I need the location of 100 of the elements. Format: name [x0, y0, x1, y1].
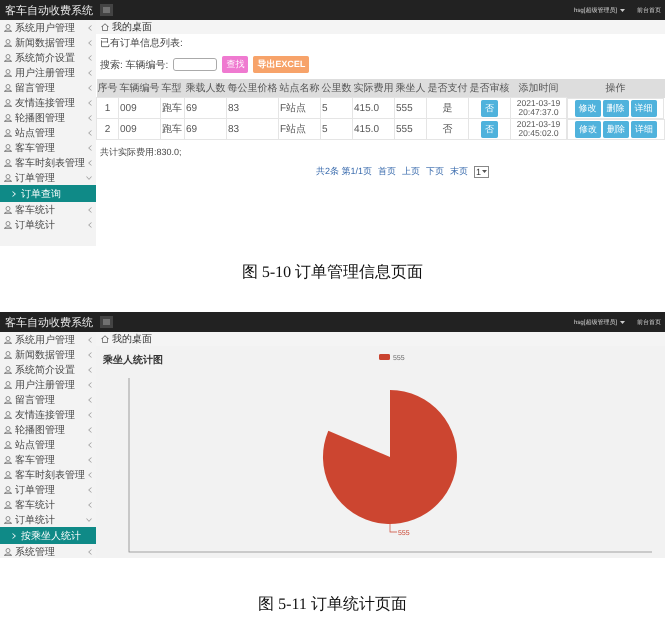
- sidebar-item[interactable]: 客车时刻表管理: [0, 155, 96, 170]
- chevron-down-icon: [86, 518, 92, 522]
- sidebar-item[interactable]: 站点管理: [0, 437, 96, 452]
- table-cell: 83: [226, 118, 278, 140]
- sidebar-item[interactable]: 新闻数据管理: [0, 35, 96, 50]
- home-icon: [101, 23, 109, 31]
- chevron-left-icon: [88, 472, 92, 478]
- column-header: 操作: [566, 79, 664, 98]
- user-icon: [4, 456, 12, 464]
- table-cell: 2021-03-19 20:47:37.0: [510, 98, 566, 118]
- sidebar-item[interactable]: 站点管理: [0, 125, 96, 140]
- sidebar-item[interactable]: 留言管理: [0, 392, 96, 407]
- user-icon: [4, 158, 12, 166]
- user-icon: [4, 410, 12, 418]
- caret-icon: [620, 320, 625, 324]
- chevron-left-icon: [88, 548, 92, 554]
- app-title: 客车自动收费系统: [4, 4, 94, 18]
- sidebar-item[interactable]: 轮播图管理: [0, 422, 96, 437]
- table-cell: 跑车: [160, 98, 184, 118]
- column-header: 是否审核: [468, 79, 510, 98]
- home-icon: [101, 335, 109, 343]
- sidebar-item[interactable]: 系统简介设置: [0, 50, 96, 65]
- page-link[interactable]: 末页: [450, 165, 468, 178]
- page-link[interactable]: 首页: [378, 165, 396, 178]
- chevron-left-icon: [88, 130, 92, 136]
- sidebar-item[interactable]: 用户注册管理: [0, 377, 96, 392]
- sidebar-item[interactable]: 订单统计: [0, 217, 96, 232]
- page-select[interactable]: 1: [474, 166, 490, 178]
- column-header: 乘载人数: [184, 79, 226, 98]
- search-label: 搜索: 车辆编号:: [100, 58, 168, 72]
- page-link[interactable]: 上页: [402, 165, 420, 178]
- column-header: 乘坐人: [394, 79, 426, 98]
- column-header: 添加时间: [510, 79, 566, 98]
- page-summary: 共2条 第1/1页: [316, 165, 372, 178]
- breadcrumb-link[interactable]: 我的桌面: [112, 20, 152, 34]
- sidebar-item[interactable]: 系统简介设置: [0, 362, 96, 377]
- breadcrumb-link[interactable]: 我的桌面: [112, 332, 152, 346]
- sidebar-item[interactable]: 客车管理: [0, 140, 96, 155]
- column-header: 序号: [96, 79, 118, 98]
- table-cell: 009: [118, 98, 160, 118]
- user-icon: [4, 174, 12, 182]
- sidebar-item[interactable]: 新闻数据管理: [0, 347, 96, 362]
- search-field[interactable]: [173, 58, 218, 71]
- user-icon: [4, 516, 12, 524]
- chevron-left-icon: [88, 352, 92, 358]
- column-header: 每公里价格: [226, 79, 278, 98]
- chevron-left-icon: [88, 206, 92, 212]
- sidebar-item[interactable]: 用户注册管理: [0, 65, 96, 80]
- chevron-left-icon: [88, 84, 92, 90]
- submenu-item[interactable]: 订单查询: [0, 185, 96, 202]
- user-icon: [4, 440, 12, 448]
- user-icon: [4, 548, 12, 556]
- chevron-left-icon: [88, 396, 92, 402]
- table-cell: 是: [426, 98, 468, 118]
- app-title: 客车自动收费系统: [4, 316, 94, 330]
- menu-button[interactable]: [100, 4, 113, 16]
- chevron-left-icon: [88, 412, 92, 418]
- table-cell: F站点: [278, 98, 320, 118]
- sidebar-item[interactable]: 客车时刻表管理: [0, 467, 96, 482]
- table-cell: 555: [394, 98, 426, 118]
- table-cell: 69: [184, 118, 226, 140]
- column-header: 站点名称: [278, 79, 320, 98]
- menu-icon: [103, 7, 110, 13]
- chevron-left-icon: [88, 40, 92, 46]
- chevron-left-icon: [88, 456, 92, 462]
- user-icon: [4, 84, 12, 92]
- table-cell: 69: [184, 98, 226, 118]
- sidebar-item[interactable]: 订单管理: [0, 170, 96, 185]
- chevron-left-icon: [88, 382, 92, 388]
- chevron-down-icon: [86, 176, 92, 180]
- table-cell: 415.0: [352, 98, 394, 118]
- sidebar-item[interactable]: 友情连接管理: [0, 407, 96, 422]
- menu-button[interactable]: [100, 316, 113, 328]
- user-icon: [4, 350, 12, 358]
- submenu-item[interactable]: 按乘坐人统计: [0, 527, 96, 544]
- sidebar-item[interactable]: 系统用户管理: [0, 20, 96, 35]
- sidebar-item[interactable]: 订单管理: [0, 482, 96, 497]
- user-icon: [4, 38, 12, 46]
- table-cell: 2: [96, 118, 118, 140]
- sidebar-item[interactable]: 订单统计: [0, 512, 96, 527]
- user-icon: [4, 500, 12, 508]
- sidebar-item[interactable]: 系统管理: [0, 544, 96, 558]
- user-icon: [4, 470, 12, 478]
- sidebar-item[interactable]: 系统用户管理: [0, 332, 96, 347]
- column-header: 是否支付: [426, 79, 468, 98]
- sidebar-item[interactable]: 友情连接管理: [0, 95, 96, 110]
- user-icon: [4, 144, 12, 152]
- menu-icon: [103, 319, 110, 325]
- sidebar-item[interactable]: 客车管理: [0, 452, 96, 467]
- user-icon: [4, 220, 12, 228]
- sidebar-item[interactable]: 留言管理: [0, 80, 96, 95]
- user-icon: [4, 206, 12, 214]
- sidebar-item[interactable]: 轮播图管理: [0, 110, 96, 125]
- sidebar-item[interactable]: 客车统计: [0, 497, 96, 512]
- column-header: 公里数: [320, 79, 352, 98]
- chevron-left-icon: [88, 426, 92, 432]
- page-link[interactable]: 下页: [426, 165, 444, 178]
- sidebar-item[interactable]: 客车统计: [0, 202, 96, 217]
- caret-icon: [620, 8, 625, 12]
- user-icon: [4, 54, 12, 62]
